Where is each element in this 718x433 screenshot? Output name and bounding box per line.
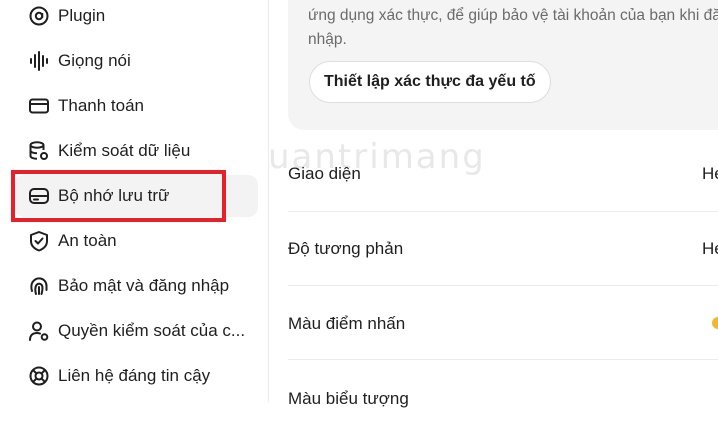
shield-check-icon — [26, 228, 52, 254]
sidebar-item-billing[interactable]: Thanh toán — [14, 85, 258, 127]
sidebar-item-label: An toàn — [58, 231, 117, 250]
setting-value[interactable]: He — [702, 239, 718, 259]
credit-card-icon — [26, 93, 52, 119]
fingerprint-icon — [26, 273, 52, 299]
user-settings-icon — [26, 318, 52, 344]
sidebar-item-label: Bảo mật và đăng nhập — [58, 276, 230, 295]
setting-label: Độ tương phản — [288, 239, 404, 258]
setting-label: Màu điểm nhấn — [288, 314, 406, 333]
settings-main-panel: ứng dụng xác thực, để giúp bảo vệ tài kh… — [288, 0, 718, 408]
setting-label: Giao diện — [288, 164, 361, 183]
setting-row-contrast[interactable]: Độ tương phản He — [288, 211, 718, 286]
setup-mfa-button[interactable]: Thiết lập xác thực đa yếu tố — [309, 61, 551, 103]
sidebar-item-label: Quyền kiểm soát của c... — [58, 321, 246, 340]
sidebar-item-plugin[interactable]: Plugin — [14, 0, 258, 37]
settings-sidebar: Plugin Giọng nói Thanh toán Kiểm soát dữ… — [0, 0, 269, 402]
sidebar-item-label: Kiểm soát dữ liệu — [58, 141, 191, 160]
setting-label: Màu biểu tượng — [288, 389, 409, 408]
accent-color-swatch[interactable] — [712, 317, 718, 329]
sidebar-item-label: Bộ nhớ lưu trữ — [58, 186, 170, 205]
voice-waveform-icon — [26, 48, 52, 74]
database-settings-icon — [26, 138, 52, 164]
sidebar-item-label: Plugin — [58, 6, 106, 25]
sidebar-item-label: Thanh toán — [58, 96, 145, 115]
sidebar-item-voice[interactable]: Giọng nói — [14, 40, 258, 82]
sidebar-item-parental-controls[interactable]: Quyền kiểm soát của c... — [14, 310, 258, 352]
setting-value[interactable]: He — [702, 164, 718, 184]
sidebar-item-safety[interactable]: An toàn — [14, 220, 258, 262]
sidebar-item-label: Liên hệ đáng tin cậy — [58, 366, 211, 385]
mfa-description: ứng dụng xác thực, để giúp bảo vệ tài kh… — [308, 7, 718, 48]
mfa-card: ứng dụng xác thực, để giúp bảo vệ tài kh… — [288, 0, 718, 130]
sidebar-item-security-login[interactable]: Bảo mật và đăng nhập — [14, 265, 258, 307]
storage-drive-icon — [26, 183, 52, 209]
sidebar-item-label: Giọng nói — [58, 51, 131, 70]
sidebar-item-data-controls[interactable]: Kiểm soát dữ liệu — [14, 130, 258, 172]
setting-row-icon-color[interactable]: Màu biểu tượng — [288, 359, 718, 433]
setting-row-accent-color[interactable]: Màu điểm nhấn — [288, 285, 718, 360]
plugin-icon — [26, 3, 52, 29]
sidebar-item-trusted-contacts[interactable]: Liên hệ đáng tin cậy — [14, 355, 258, 397]
setting-row-appearance[interactable]: Giao diện He — [288, 137, 718, 212]
lifebuoy-icon — [26, 363, 52, 389]
sidebar-item-storage[interactable]: Bộ nhớ lưu trữ — [14, 175, 258, 217]
